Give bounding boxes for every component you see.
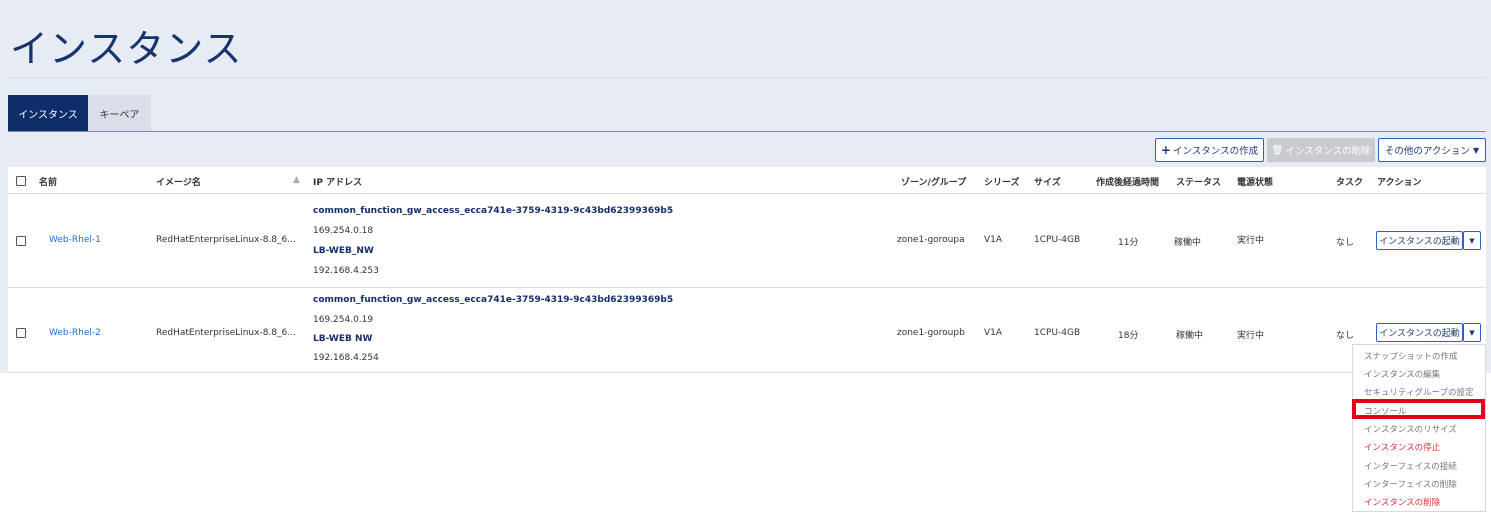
image-name: RedHatEnterpriseLinux-8.8_6... xyxy=(156,235,296,245)
menu-item-security-group[interactable]: セキュリティグループの設定 xyxy=(1364,386,1473,398)
ip-address: 192.168.4.254 xyxy=(313,353,379,363)
menu-item-create-snapshot[interactable]: スナップショットの作成 xyxy=(1364,350,1458,362)
select-all-checkbox[interactable] xyxy=(16,176,26,186)
trash-icon: 🗑 xyxy=(1271,144,1284,156)
menu-item-delete[interactable]: インスタンスの削除 xyxy=(1364,496,1440,508)
power-state: 実行中 xyxy=(1237,331,1265,341)
network-name: LB-WEB_NW xyxy=(313,246,374,256)
console-highlight-box xyxy=(1352,399,1485,419)
col-elapsed[interactable]: 作成後経過時間 xyxy=(1096,175,1159,188)
series: V1A xyxy=(984,328,1003,338)
table-row: Web-Rhel-2 RedHatEnterpriseLinux-8.8_6..… xyxy=(8,288,1486,373)
elapsed-time: 18分 xyxy=(1118,331,1139,341)
table-row: Web-Rhel-1 RedHatEnterpriseLinux-8.8_6..… xyxy=(8,194,1486,288)
task: なし xyxy=(1336,238,1355,248)
ip-address: 192.168.4.253 xyxy=(313,266,379,276)
instance-table: 名前 イメージ名 ▲ IP アドレス ゾーン/グループ シリーズ サイズ 作成後… xyxy=(8,167,1486,373)
row-checkbox[interactable] xyxy=(16,236,26,246)
instance-name-link[interactable]: Web-Rhel-2 xyxy=(49,328,101,338)
network-name: common_function_gw_access_ecca741e-3759-… xyxy=(313,206,674,216)
network-name: common_function_gw_access_ecca741e-3759-… xyxy=(313,295,674,305)
action-dropdown-menu: スナップショットの作成 インスタンスの編集 セキュリティグループの設定 コンソー… xyxy=(1352,344,1486,512)
menu-item-edit-instance[interactable]: インスタンスの編集 xyxy=(1364,368,1440,380)
divider xyxy=(8,77,1486,78)
col-action: アクション xyxy=(1377,178,1422,188)
col-zone[interactable]: ゾーン/グループ xyxy=(901,175,966,188)
menu-item-stop[interactable]: インスタンスの停止 xyxy=(1364,441,1440,453)
status: 稼働中 xyxy=(1174,238,1202,248)
start-instance-button[interactable]: インスタンスの起動 xyxy=(1376,231,1463,250)
create-instance-button[interactable]: + インスタンスの作成 xyxy=(1155,138,1264,162)
ip-address: 169.254.0.19 xyxy=(313,315,374,325)
tab-divider xyxy=(8,131,1486,132)
col-power[interactable]: 電源状態 xyxy=(1237,175,1273,188)
row-checkbox[interactable] xyxy=(16,328,26,338)
elapsed-time: 11分 xyxy=(1118,238,1139,248)
size: 1CPU-4GB xyxy=(1034,328,1081,338)
status: 稼働中 xyxy=(1176,331,1204,341)
col-task[interactable]: タスク xyxy=(1336,175,1363,188)
action-dropdown-toggle[interactable]: ▼ xyxy=(1463,231,1481,250)
delete-instance-button[interactable]: 🗑 インスタンスの削除 xyxy=(1267,138,1375,162)
zone: zone1-goroupb xyxy=(897,328,965,338)
sort-asc-icon[interactable]: ▲ xyxy=(293,175,300,185)
col-ip[interactable]: IP アドレス xyxy=(313,175,362,188)
page-title: インスタンス xyxy=(10,27,243,71)
power-state: 実行中 xyxy=(1237,236,1265,246)
network-name: LB-WEB NW xyxy=(313,334,373,344)
col-name[interactable]: 名前 xyxy=(39,175,57,188)
menu-item-resize[interactable]: インスタンスのリサイズ xyxy=(1364,423,1457,435)
instance-name-link[interactable]: Web-Rhel-1 xyxy=(49,235,101,245)
action-dropdown-toggle[interactable]: ▼ xyxy=(1463,323,1481,342)
table-header: 名前 イメージ名 ▲ IP アドレス ゾーン/グループ シリーズ サイズ 作成後… xyxy=(8,167,1486,194)
col-status[interactable]: ステータス xyxy=(1176,175,1221,188)
menu-item-detach-interface[interactable]: インターフェイスの削除 xyxy=(1364,478,1457,490)
tab-keypairs[interactable]: キーペア xyxy=(88,95,151,131)
start-instance-button[interactable]: インスタンスの起動 xyxy=(1376,323,1463,342)
col-series[interactable]: シリーズ xyxy=(984,175,1020,188)
size: 1CPU-4GB xyxy=(1034,235,1081,245)
caret-down-icon: ▼ xyxy=(1472,145,1480,155)
image-name: RedHatEnterpriseLinux-8.8_6... xyxy=(156,328,296,338)
series: V1A xyxy=(984,235,1003,245)
plus-icon: + xyxy=(1160,143,1171,157)
menu-item-attach-interface[interactable]: インターフェイスの接続 xyxy=(1364,460,1457,472)
zone: zone1-goroupa xyxy=(897,235,965,245)
col-image[interactable]: イメージ名 xyxy=(156,175,201,188)
other-actions-button[interactable]: その他のアクション ▼ xyxy=(1378,138,1486,162)
task: なし xyxy=(1336,331,1355,341)
tab-instances[interactable]: インスタンス xyxy=(8,95,88,131)
col-size[interactable]: サイズ xyxy=(1034,175,1061,188)
ip-address: 169.254.0.18 xyxy=(313,226,374,236)
